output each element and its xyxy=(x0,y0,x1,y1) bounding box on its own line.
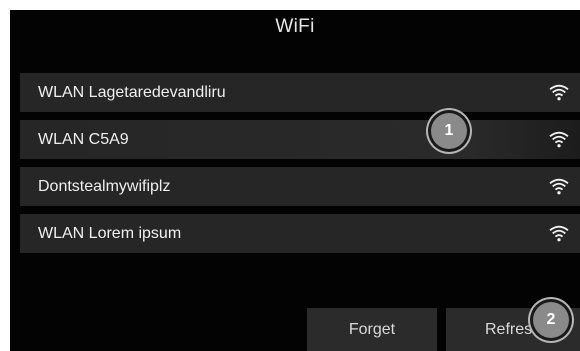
wifi-signal-icon xyxy=(549,178,569,195)
wifi-screen: WiFi WLAN Lagetaredevandliru WLAN C5A9 D… xyxy=(10,10,580,351)
network-name: WLAN Lagetaredevandliru xyxy=(38,83,226,101)
network-row[interactable]: Dontstealmywifiplz xyxy=(20,167,580,206)
network-row[interactable]: WLAN Lorem ipsum xyxy=(20,214,580,253)
network-list: WLAN Lagetaredevandliru WLAN C5A9 Dontst… xyxy=(20,73,580,261)
network-name: WLAN C5A9 xyxy=(38,130,129,148)
wifi-signal-icon xyxy=(549,84,569,101)
network-name: Dontstealmywifiplz xyxy=(38,177,171,195)
network-name: WLAN Lorem ipsum xyxy=(38,224,182,242)
step-marker-2: 2 xyxy=(533,302,569,338)
network-row[interactable]: WLAN C5A9 xyxy=(20,120,580,159)
network-row[interactable]: WLAN Lagetaredevandliru xyxy=(20,73,580,112)
wifi-signal-icon xyxy=(549,225,569,242)
page-title: WiFi xyxy=(275,16,315,37)
forget-button[interactable]: Forget xyxy=(307,308,437,351)
step-marker-1: 1 xyxy=(431,113,467,149)
wifi-signal-icon xyxy=(549,131,569,148)
